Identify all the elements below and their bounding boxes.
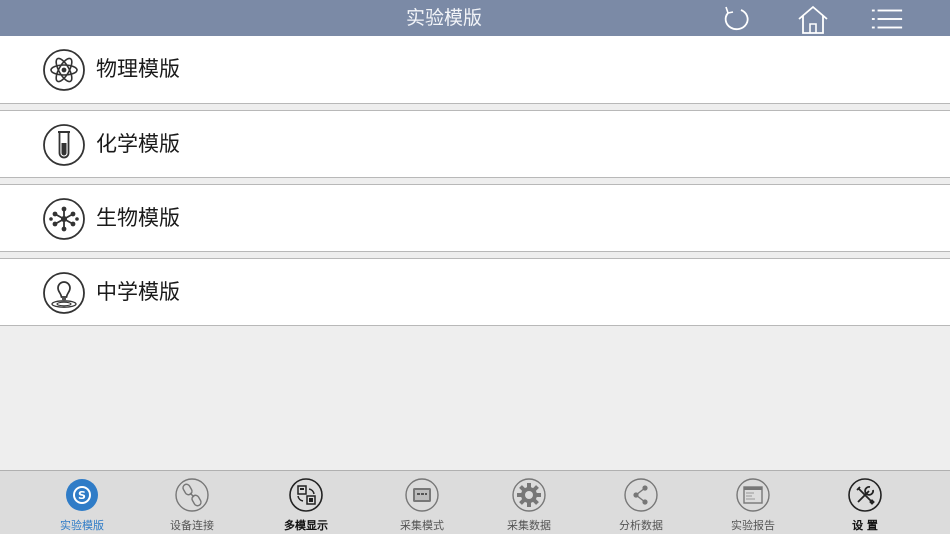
tab-analyze-data[interactable]: 分析数据 (586, 475, 696, 533)
template-list: 物理模版 化学模版 生物模版 中学模版 (0, 36, 950, 326)
template-item-physics[interactable]: 物理模版 (0, 36, 950, 104)
gear-icon (511, 477, 547, 513)
template-item-middle-school[interactable]: 中学模版 (0, 258, 950, 326)
bottom-tab-bar: S 实验模版 设备连接 多模显示 采集模式 采集数据 分析数据 实验报告 设 置 (0, 470, 950, 534)
template-label: 生物模版 (96, 206, 180, 230)
share-icon (623, 477, 659, 513)
tab-label: 设 置 (852, 519, 878, 532)
tools-icon (847, 477, 883, 513)
tab-label: 实验模版 (60, 519, 104, 532)
tab-settings[interactable]: 设 置 (810, 475, 920, 533)
template-label: 化学模版 (96, 132, 180, 156)
tab-label: 分析数据 (619, 519, 663, 532)
template-item-biology[interactable]: 生物模版 (0, 184, 950, 252)
lightbulb-icon (42, 271, 86, 315)
link-icon (174, 477, 210, 513)
tab-experiment-template[interactable]: S 实验模版 (27, 475, 137, 533)
svg-text:S: S (78, 489, 86, 502)
atom-icon (42, 48, 86, 92)
multi-display-icon (288, 477, 324, 513)
tab-experiment-report[interactable]: 实验报告 (698, 475, 808, 533)
tab-label: 多模显示 (284, 519, 328, 532)
tab-label: 实验报告 (731, 519, 775, 532)
tab-device-connect[interactable]: 设备连接 (137, 475, 247, 533)
logo-s-icon: S (64, 477, 100, 513)
tab-label: 设备连接 (170, 519, 214, 532)
tab-label: 采集数据 (507, 519, 551, 532)
tab-collect-mode[interactable]: 采集模式 (367, 475, 477, 533)
home-icon[interactable] (796, 4, 830, 34)
collect-mode-icon (404, 477, 440, 513)
title-bar: 实验模版 (0, 0, 950, 36)
tab-collect-data[interactable]: 采集数据 (474, 475, 584, 533)
menu-list-icon[interactable] (870, 4, 904, 34)
molecule-icon (42, 197, 86, 241)
template-item-chemistry[interactable]: 化学模版 (0, 110, 950, 178)
report-icon (735, 477, 771, 513)
refresh-icon[interactable] (719, 4, 753, 34)
page-title: 实验模版 (405, 7, 482, 29)
tab-multi-display[interactable]: 多模显示 (251, 475, 361, 533)
template-label: 物理模版 (96, 57, 180, 81)
template-label: 中学模版 (96, 280, 180, 304)
tab-label: 采集模式 (400, 519, 444, 532)
test-tube-icon (42, 123, 86, 167)
